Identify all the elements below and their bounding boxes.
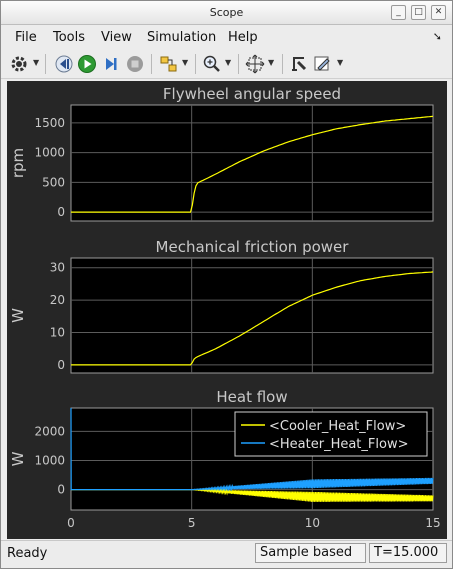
y-tick-label: 2000 [34, 424, 65, 438]
minimize-button[interactable]: _ [391, 5, 406, 20]
menu-tools[interactable]: Tools [53, 30, 85, 45]
chart-3: Heat flow W 0 1000 2000 0 5 10 15 <Cooler_Heat_Fl… [9, 388, 441, 530]
step-forward-icon[interactable] [101, 54, 121, 74]
legend-entry: <Heater_Heat_Flow> [269, 437, 408, 452]
stop-icon[interactable] [125, 54, 145, 74]
toolbar-separator [282, 54, 283, 74]
y-tick-label: 10 [50, 326, 65, 340]
y-tick-label: 1000 [34, 453, 65, 467]
x-tick-label: 10 [305, 516, 320, 530]
menu-file[interactable]: File [15, 30, 37, 45]
gear-icon[interactable] [9, 54, 29, 74]
x-tick-label: 15 [425, 516, 440, 530]
window-title: Scope [209, 6, 244, 19]
legend-entry: <Cooler_Heat_Flow> [269, 419, 406, 434]
status-sample-mode: Sample based [255, 543, 366, 563]
x-tick-label: 5 [188, 516, 196, 530]
toolbar-separator [238, 54, 239, 74]
y-tick-label: 0 [57, 205, 65, 219]
status-ready: Ready [7, 546, 48, 561]
close-button[interactable]: ✕ [431, 5, 446, 20]
chevron-down-icon[interactable]: ▼ [268, 58, 274, 67]
scope-plots: Flywheel angular speedrpm050010001500Mec… [9, 85, 441, 530]
chart-title: Flywheel angular speed [163, 85, 341, 103]
chart-1: Flywheel angular speed rpm 0 500 1000 1500 [9, 85, 434, 222]
chart-title: Heat flow [216, 388, 287, 406]
y-axis-label: rpm [9, 148, 27, 178]
zoom-icon[interactable] [202, 54, 222, 74]
axes-box [70, 257, 434, 374]
y-tick-label: 1000 [34, 146, 65, 160]
legend: <Cooler_Heat_Flow> <Heater_Heat_Flow> [234, 411, 428, 457]
undock-arrow-icon[interactable]: ➘ [433, 30, 442, 43]
toolbar-separator [195, 54, 196, 74]
chevron-down-icon[interactable]: ▼ [182, 58, 188, 67]
y-tick-label: 0 [57, 483, 65, 497]
maximize-button[interactable]: □ [411, 5, 426, 20]
edit-style-icon[interactable] [312, 54, 332, 74]
y-tick-label: 500 [42, 175, 65, 189]
chevron-down-icon[interactable]: ▼ [225, 58, 231, 67]
title-bar: Scope _ □ ✕ [1, 1, 452, 25]
fit-to-view-icon[interactable] [245, 54, 265, 74]
y-tick-label: 30 [50, 261, 65, 275]
toolbar-separator [151, 54, 152, 74]
toolbar-separator [45, 54, 46, 74]
chevron-down-icon[interactable]: ▼ [337, 58, 343, 67]
run-icon[interactable] [77, 54, 97, 74]
status-time: T=15.000 [369, 543, 447, 563]
y-axis-label: W [9, 451, 27, 466]
step-back-icon[interactable] [54, 54, 74, 74]
y-tick-label: 0 [57, 358, 65, 372]
status-bar: Ready Sample based T=15.000 [1, 540, 452, 568]
scope-window: Scope _ □ ✕ File Tools View Simulation H… [0, 0, 453, 569]
chart-2: Mechanical friction power W 0 10 20 30 [9, 238, 434, 374]
chart-title: Mechanical friction power [156, 238, 350, 256]
x-tick-label: 0 [67, 516, 75, 530]
y-tick-label: 1500 [34, 116, 65, 130]
menu-help[interactable]: Help [228, 30, 258, 45]
menu-view[interactable]: View [101, 30, 132, 45]
plot-area: Flywheel angular speed rpm 0 500 1000 1500 Mec… [7, 81, 447, 539]
cursor-measure-icon[interactable] [289, 54, 309, 74]
toolbar: ▼ ▼ ▼ ▼ ▼ [1, 49, 452, 79]
y-tick-label: 20 [50, 293, 65, 307]
menu-simulation[interactable]: Simulation [147, 30, 216, 45]
highlight-block-icon[interactable] [159, 54, 179, 74]
menu-bar: File Tools View Simulation Help ➘ [1, 26, 452, 48]
chevron-down-icon[interactable]: ▼ [33, 58, 39, 67]
y-axis-label: W [9, 308, 27, 323]
